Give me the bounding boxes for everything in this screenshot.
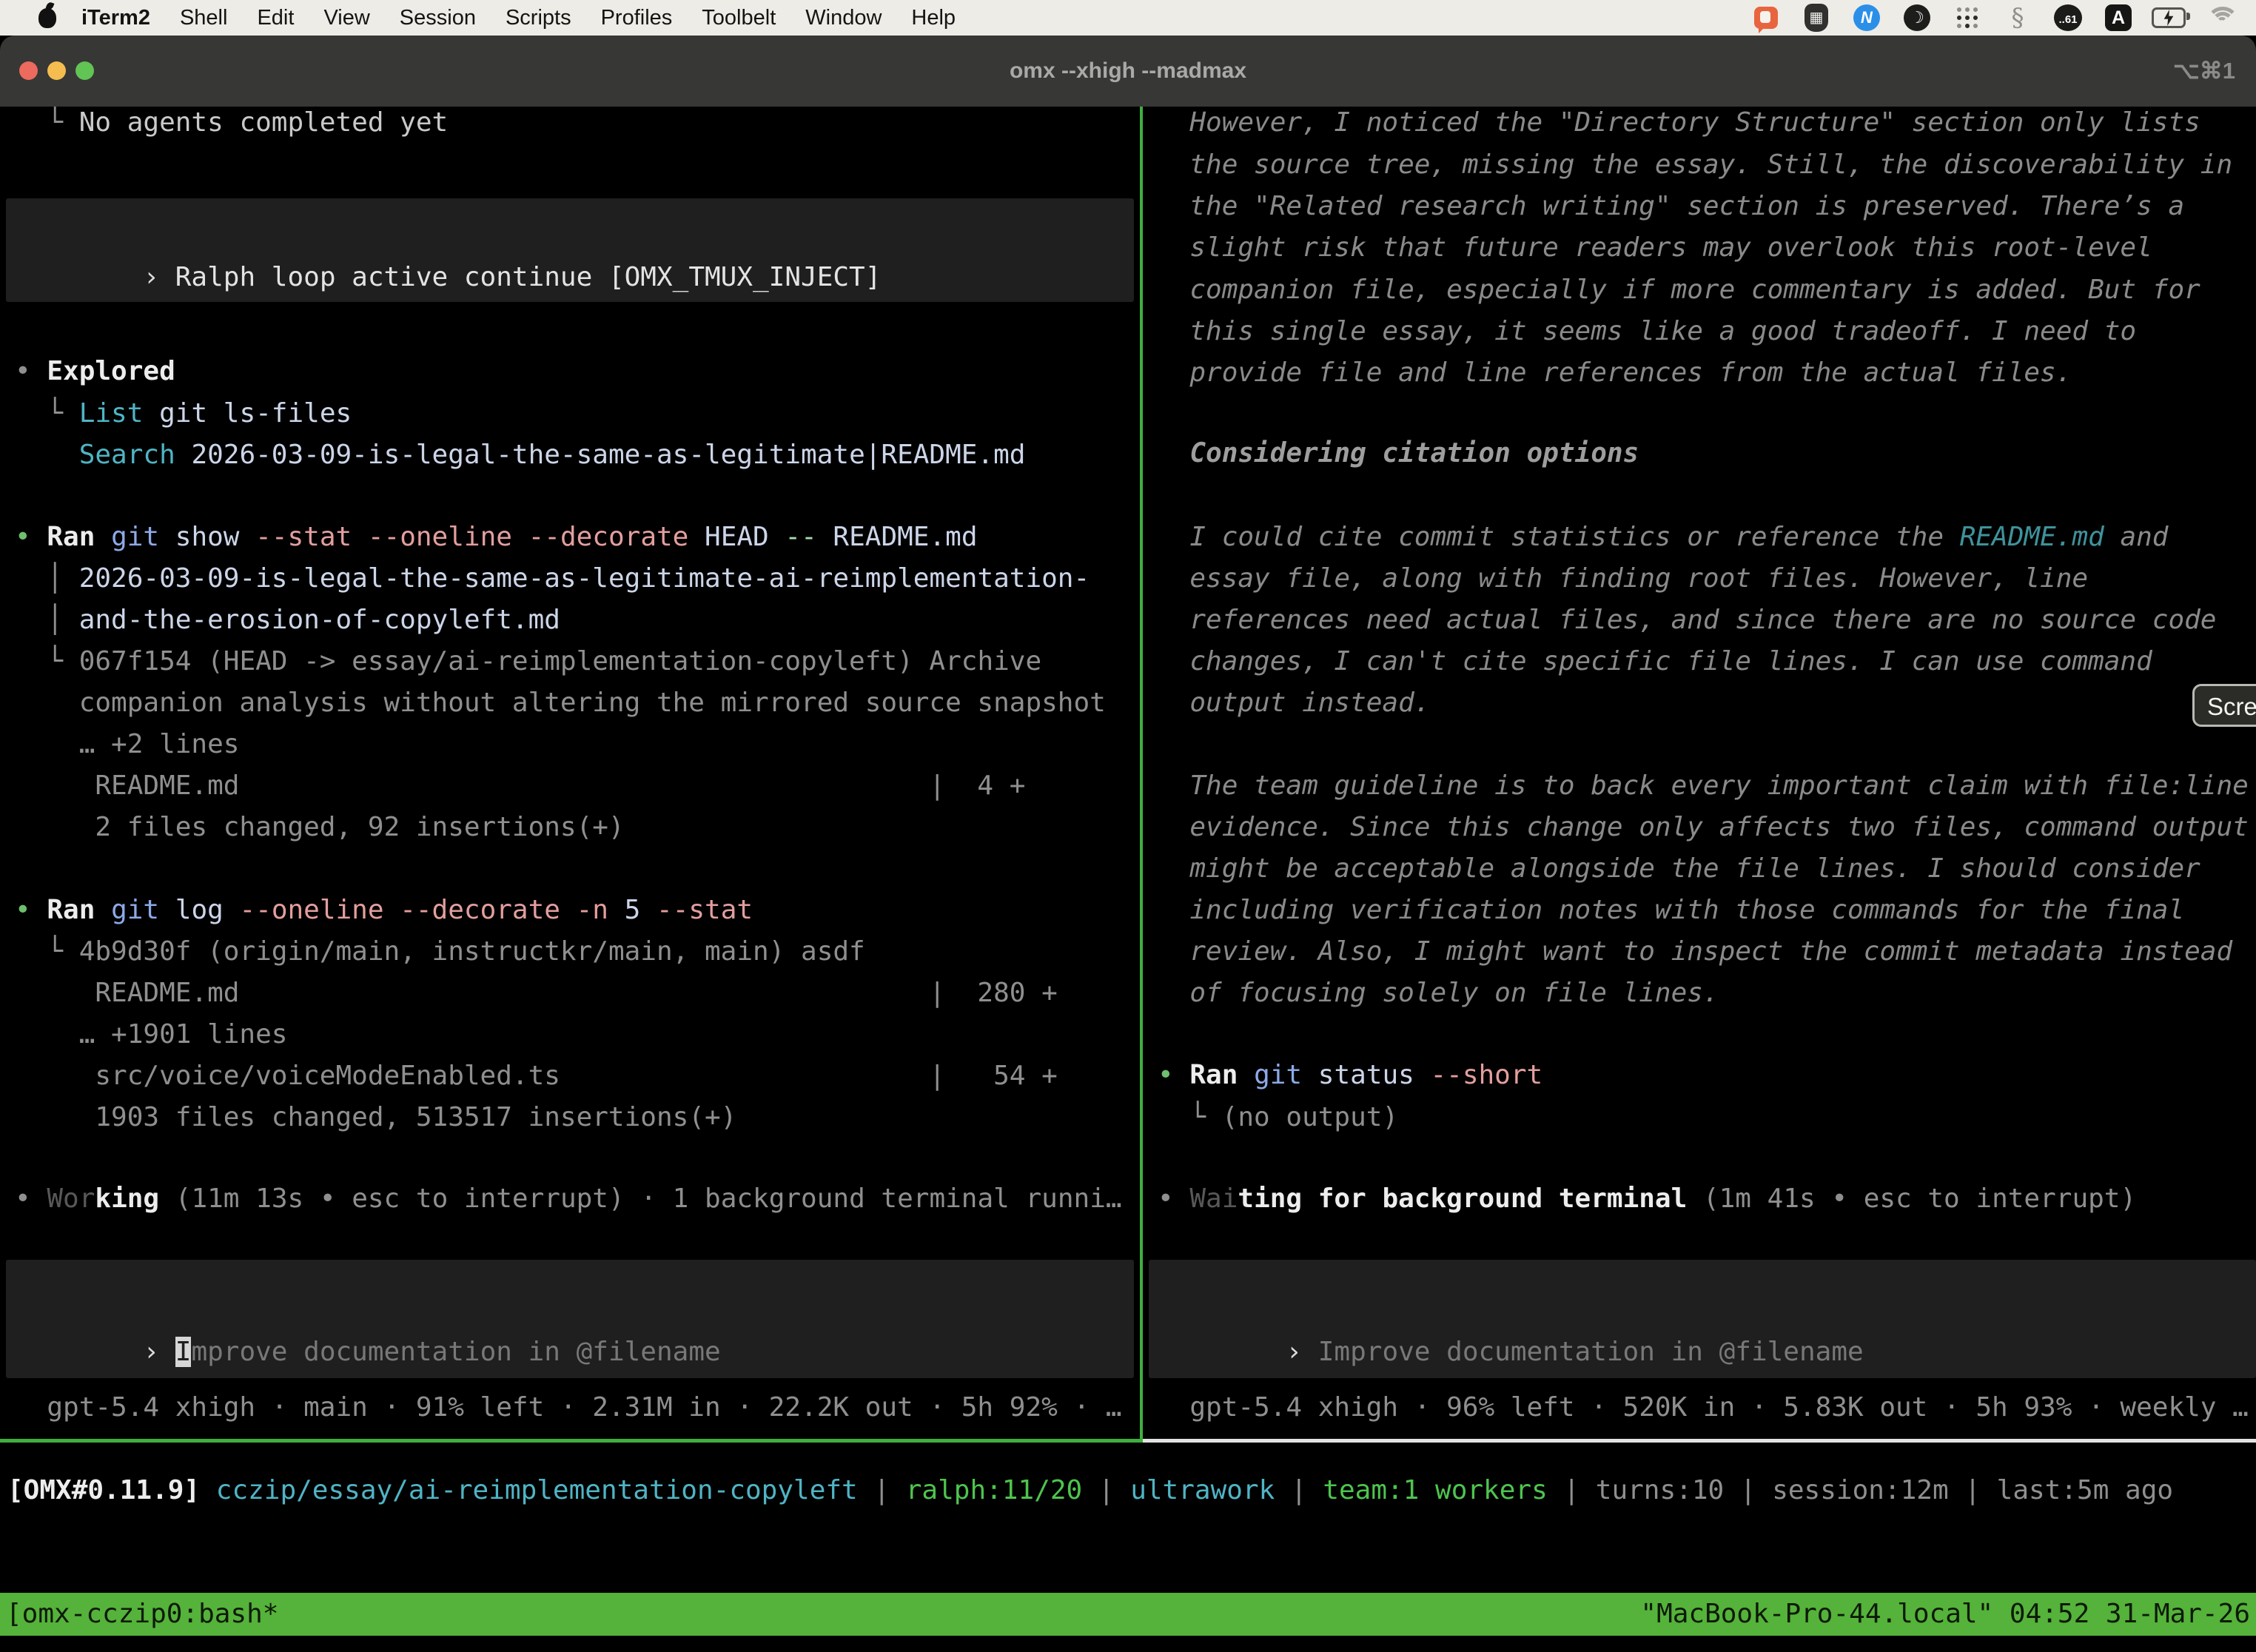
- text-cursor: I: [175, 1337, 192, 1367]
- terminal-line: companion file, especially if more comme…: [1143, 269, 2200, 311]
- terminal-line: references need actual files, and since …: [1143, 599, 2216, 641]
- terminal-line: … +2 lines: [0, 723, 239, 765]
- menu-item-iterm2[interactable]: iTerm2: [81, 6, 150, 30]
- terminal-line: companion analysis without altering the …: [0, 682, 1106, 724]
- prompt-arrow-icon: ›: [1286, 1337, 1317, 1367]
- terminal-line: might be acceptable alongside the file l…: [1143, 847, 2200, 890]
- right-input-placeholder: Improve documentation in @filename: [1318, 1337, 1864, 1367]
- terminal-line: the "Related research writing" section i…: [1143, 185, 2184, 227]
- menu-item-session[interactable]: Session: [400, 6, 476, 30]
- chat-app-icon[interactable]: [1749, 1, 1783, 35]
- battery-icon[interactable]: [2152, 1, 2186, 35]
- menu-item-profiles[interactable]: Profiles: [601, 6, 673, 30]
- omx-status-line: [OMX#0.11.9] cczip/essay/ai-reimplementa…: [0, 1469, 2256, 1511]
- tmux-host-clock-label: "MacBook-Pro-44.local" 04:52 31-Mar-26: [1640, 1593, 2250, 1636]
- terminal-line: evidence. Since this change only affects…: [1143, 806, 2249, 848]
- a-app-icon[interactable]: A: [2101, 1, 2135, 35]
- menu-item-edit[interactable]: Edit: [257, 6, 294, 30]
- terminal-line: • Ran git show --stat --oneline --decora…: [0, 516, 978, 558]
- tmux-status-bar: [omx-cczip0:bash* "MacBook-Pro-44.local"…: [0, 1593, 2256, 1636]
- tmux-session-label: [omx-cczip0:bash*: [6, 1593, 278, 1636]
- terminal-line: Considering citation options: [1143, 432, 1639, 474]
- terminal-line: • Ran git log --oneline --decorate -n 5 …: [0, 889, 753, 931]
- wifi-icon[interactable]: [2202, 1, 2236, 35]
- menu-status-icons: ▦ N ☽ § ..61 A: [1741, 1, 2256, 35]
- apple-menu-icon[interactable]: [38, 8, 56, 28]
- prompt-arrow-icon: ›: [143, 262, 175, 292]
- terminal-line: • Explored: [0, 350, 175, 392]
- terminal-line: essay file, along with finding root file…: [1143, 557, 2088, 600]
- right-terminal-pane[interactable]: › Improve documentation in @filename How…: [1143, 107, 2256, 1443]
- terminal-line: However, I noticed the "Directory Struct…: [1143, 107, 2200, 144]
- terminal-line: … +1901 lines: [0, 1013, 287, 1055]
- menu-item-toolbelt[interactable]: Toolbelt: [702, 6, 776, 30]
- dots-grid-icon[interactable]: [1950, 1, 1984, 35]
- terminal-line: src/voice/voiceModeEnabled.ts | 54 +: [0, 1055, 1058, 1097]
- right-pane-bottom-border: [1143, 1439, 2256, 1443]
- terminal-line: README.md | 280 +: [0, 972, 1058, 1014]
- window-shortcut-badge: ⌥⌘1: [2173, 36, 2235, 107]
- terminal-line: [OMX#0.11.9] cczip/essay/ai-reimplementa…: [0, 1469, 2173, 1511]
- prompt-arrow-icon: ›: [143, 1337, 175, 1367]
- menu-item-shell[interactable]: Shell: [180, 6, 228, 30]
- badge-61-icon[interactable]: ..61: [2051, 1, 2085, 35]
- terminal-line: provide file and line references from th…: [1143, 352, 2072, 394]
- terminal-line: the source tree, missing the essay. Stil…: [1143, 144, 2232, 186]
- terminal-line: gpt-5.4 xhigh · main · 91% left · 2.31M …: [0, 1386, 1122, 1428]
- menu-item-scripts[interactable]: Scripts: [506, 6, 571, 30]
- shield-grid-icon[interactable]: ▦: [1799, 1, 1833, 35]
- terminal-line: this single essay, it seems like a good …: [1143, 310, 2136, 352]
- menu-item-help[interactable]: Help: [911, 6, 956, 30]
- terminal-line: └ No agents completed yet: [0, 107, 448, 144]
- screen-indicator-tooltip[interactable]: Scre: [2192, 684, 2256, 727]
- terminal-line: └ 4b9d30f (origin/main, instructkr/main,…: [0, 930, 865, 973]
- left-input-placeholder: mprove documentation in @filename: [191, 1337, 720, 1367]
- left-pane-bottom-border: [0, 1439, 1143, 1443]
- terminal-line: │ 2026-03-09-is-legal-the-same-as-legiti…: [0, 557, 1090, 600]
- terminal-line: review. Also, I might want to inspect th…: [1143, 930, 2232, 973]
- terminal-line: • Ran git status --short: [1143, 1054, 1542, 1096]
- terminal-line: I could cite commit statistics or refere…: [1143, 516, 2168, 558]
- terminal-line: changes, I can't cite specific file line…: [1143, 640, 2152, 682]
- terminal-area: › Ralph loop active continue [OMX_TMUX_I…: [0, 107, 2256, 1443]
- left-terminal-pane[interactable]: › Ralph loop active continue [OMX_TMUX_I…: [0, 107, 1140, 1443]
- injected-prompt-text: Ralph loop active continue [OMX_TMUX_INJ…: [175, 262, 882, 292]
- terminal-line: gpt-5.4 xhigh · 96% left · 520K in · 5.8…: [1143, 1386, 2249, 1428]
- terminal-line: 2 files changed, 92 insertions(+): [0, 806, 625, 848]
- menu-item-view[interactable]: View: [323, 6, 369, 30]
- pane-divider[interactable]: [1140, 107, 1143, 1443]
- terminal-line: output instead.: [1143, 682, 1430, 724]
- terminal-line: 1903 files changed, 513517 insertions(+): [0, 1096, 736, 1138]
- menu-bar: iTerm2 Shell Edit View Session Scripts P…: [0, 0, 2256, 36]
- squiggle-icon[interactable]: §: [2001, 1, 2035, 35]
- terminal-line: of focusing solely on file lines.: [1143, 972, 1719, 1014]
- terminal-line: │ and-the-erosion-of-copyleft.md: [0, 599, 560, 641]
- messenger-icon[interactable]: N: [1850, 1, 1884, 35]
- terminal-line: The team guideline is to back every impo…: [1143, 765, 2249, 807]
- right-input-box[interactable]: › Improve documentation in @filename: [1149, 1260, 2256, 1378]
- terminal-line: └ 067f154 (HEAD -> essay/ai-reimplementa…: [0, 640, 1041, 682]
- left-input-box[interactable]: › Improve documentation in @filename: [6, 1260, 1134, 1378]
- terminal-line: slight risk that future readers may over…: [1143, 226, 2152, 269]
- menu-item-window[interactable]: Window: [805, 6, 882, 30]
- terminal-line: └ List git ls-files: [0, 392, 352, 434]
- terminal-line: README.md | 4 +: [0, 765, 1025, 807]
- terminal-line: Search 2026-03-09-is-legal-the-same-as-l…: [0, 434, 1025, 476]
- window-title: omx --xhigh --madmax: [0, 36, 2256, 107]
- terminal-line: including verification notes with those …: [1143, 889, 2184, 931]
- injected-prompt-box: › Ralph loop active continue [OMX_TMUX_I…: [6, 198, 1134, 302]
- moon-circle-icon[interactable]: ☽: [1900, 1, 1934, 35]
- terminal-line: └ (no output): [1143, 1096, 1398, 1138]
- terminal-line: • Waiting for background terminal (1m 41…: [1143, 1178, 2136, 1220]
- window-title-bar: omx --xhigh --madmax ⌥⌘1: [0, 36, 2256, 107]
- terminal-line: • Working (11m 13s • esc to interrupt) ·…: [0, 1178, 1122, 1220]
